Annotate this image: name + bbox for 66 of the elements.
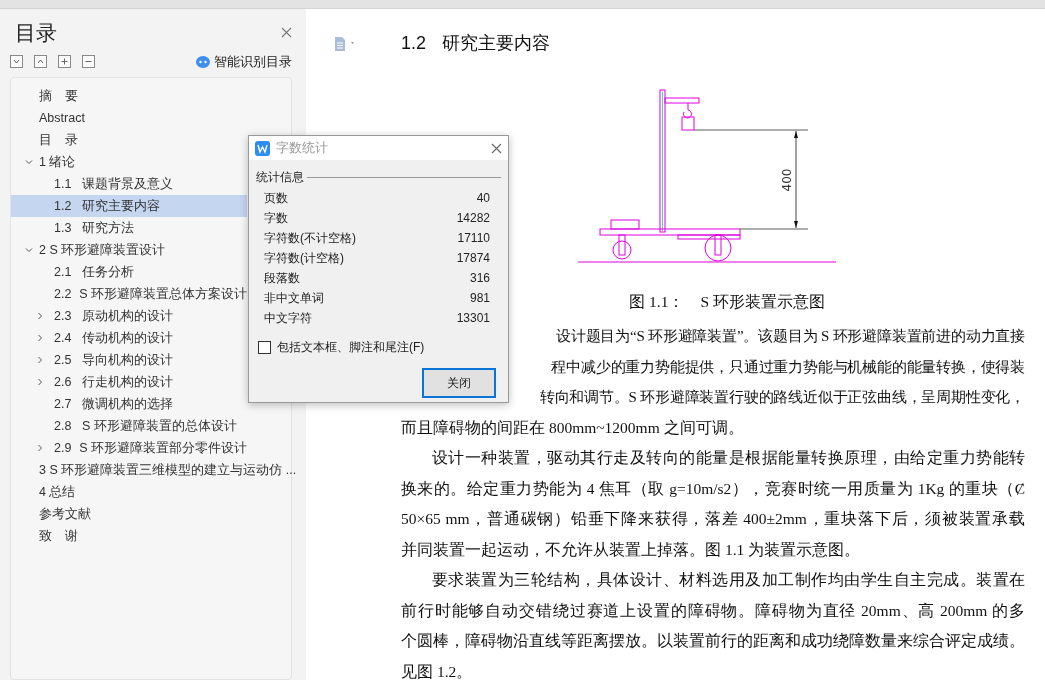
body-text-line: 换来的。给定重力势能为 4 焦耳（取 g=10m/s2），竞赛时统一用质量为 1Kg 的重块（Ȼ	[401, 478, 1025, 499]
toc-item[interactable]: 参考文献	[39, 504, 91, 524]
toc-item[interactable]: 2.9 S 环形避障装置部分零件设计	[11, 437, 247, 460]
body-text-line: 程中减少的重力势能提供，只通过重力势能与机械能的能量转换，使得装	[551, 357, 1025, 377]
toc-item[interactable]: 2.3 原动机构的设计	[11, 305, 247, 328]
stat-label: 非中文单词	[264, 290, 324, 307]
close-icon[interactable]	[281, 27, 292, 39]
toc-item[interactable]: 2.7 微调机构的选择	[11, 393, 247, 416]
body-text-line: 并同装置一起运动，不允许从装置上掉落。图 1.1 为装置示意图。	[401, 539, 862, 560]
toc-item[interactable]: 2.4 传动机构的设计	[11, 327, 247, 350]
body-text-line: 要求装置为三轮结构，具体设计、材料选用及加工制作均由学生自主完成。装置在	[431, 570, 1025, 591]
toc-item[interactable]: 1.1 课题背景及意义	[11, 173, 247, 196]
remove-icon[interactable]	[82, 55, 95, 69]
toc-item[interactable]: 致 谢	[39, 526, 78, 546]
body-text-line: 个圆棒，障碍物沿直线等距离摆放。以装置前行的距离和成功绕障数量来综合评定成绩。	[401, 631, 1025, 652]
toc-item[interactable]: 2 S 环形避障装置设计	[39, 240, 166, 260]
body-text-line: 见图 1.2。	[401, 661, 474, 680]
toc-item[interactable]: 2.5 导向机构的设计	[11, 349, 247, 372]
close-button[interactable]: 关闭	[422, 368, 496, 398]
toc-item[interactable]: 目 录	[39, 130, 78, 150]
stat-label: 字数	[264, 210, 288, 227]
figure-caption: 图 1.1： S 环形装置示意图	[629, 293, 825, 310]
stat-value: 981	[469, 290, 490, 307]
checkbox[interactable]	[258, 340, 271, 354]
stat-label: 中文字符	[264, 310, 312, 327]
stat-value: 13301	[456, 310, 490, 327]
smart-toc-button[interactable]: 智能识别目录	[214, 52, 292, 72]
dialog-title: 字数统计	[276, 139, 329, 157]
app-logo-icon	[255, 140, 270, 156]
body-text-line: 转向和调节。S 环形避障装置行驶的路线近似于正弦曲线，呈周期性变化，	[539, 388, 1025, 408]
toc-item[interactable]: 2.6 行走机构的设计	[11, 371, 247, 394]
stat-value: 14282	[456, 210, 490, 227]
toc-item[interactable]: 2.8 S 环形避障装置的总体设计	[11, 415, 247, 438]
robot-icon	[196, 55, 210, 68]
toc-item[interactable]: 3 S 环形避障装置三维模型的建立与运动仿 ...	[39, 460, 297, 480]
checkbox-label[interactable]: 包括文本框、脚注和尾注(F)	[277, 338, 425, 356]
expand-all-icon[interactable]	[34, 55, 47, 69]
body-text-line: 而且障碍物的间距在 800mm~1200mm 之间可调。	[401, 417, 745, 438]
toc-item[interactable]: 摘 要	[39, 86, 78, 106]
heading-number: 1.2	[401, 32, 427, 55]
stat-value: 17874	[456, 250, 490, 267]
collapse-all-icon[interactable]	[10, 55, 23, 69]
add-icon[interactable]	[58, 55, 71, 69]
toc-item[interactable]: 1 绪论	[39, 152, 76, 172]
group-label: 统计信息	[256, 169, 304, 186]
stat-value: 17110	[457, 230, 490, 247]
toc-item[interactable]: 2.1 任务分析	[11, 261, 247, 284]
body-text-line: 50×65 mm，普通碳钢）铅垂下降来获得，落差 400±2mm，重块落下后，须被装置承载	[401, 509, 1025, 530]
body-text-line: 前行时能够自动交错绕过赛道上设置的障碍物。障碍物为直径 20mm、高 200mm 的多	[401, 600, 1025, 621]
stat-label: 字符数(计空格)	[264, 250, 344, 267]
stat-label: 页数	[264, 190, 288, 207]
panel-title: 目录	[15, 20, 57, 46]
toc-item[interactable]: 4 总结	[39, 482, 76, 502]
body-text-line: 设计题目为“S 环形避障装置”。该题目为 S 环形避障装置前进的动力直接	[555, 327, 1025, 347]
stat-label: 段落数	[264, 270, 300, 287]
close-icon[interactable]	[491, 142, 502, 154]
toc-item[interactable]: 1.3 研究方法	[11, 217, 247, 240]
toc-item[interactable]: Abstract	[39, 108, 85, 128]
dimension-label: 400	[780, 168, 794, 192]
stat-label: 字符数(不计空格)	[264, 230, 356, 247]
toc-item[interactable]: 2.2 S 环形避障装置总体方案设计	[11, 283, 247, 306]
toc-item[interactable]: 1.2 研究主要内容	[11, 195, 247, 218]
stat-value: 40	[476, 190, 490, 207]
stat-value: 316	[469, 270, 490, 287]
section-heading: 研究主要内容	[442, 32, 551, 55]
body-text-line: 设计一种装置，驱动其行走及转向的能量是根据能量转换原理，由给定重力势能转	[431, 448, 1025, 469]
